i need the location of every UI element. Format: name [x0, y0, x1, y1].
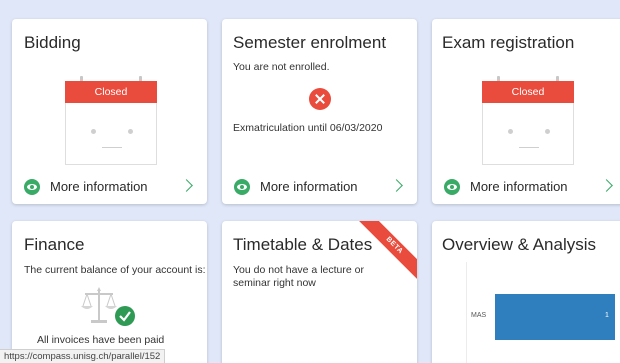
more-information-label: More information: [260, 179, 358, 194]
status-bar-url: https://compass.unisg.ch/parallel/152: [0, 349, 166, 363]
finance-title: Finance: [24, 235, 85, 254]
semester-more-information-link[interactable]: More information: [222, 170, 417, 204]
calendar-icon: Closed: [65, 76, 157, 165]
overview-title: Overview & Analysis: [442, 235, 596, 254]
calendar-eye: [508, 129, 513, 134]
exam-registration-card: Exam registration Closed More informatio…: [432, 19, 620, 204]
bidding-title: Bidding: [24, 33, 81, 52]
calendar-status: Closed: [482, 81, 574, 103]
calendar-icon: Closed: [482, 76, 574, 165]
finance-paid-text: All invoices have been paid: [37, 334, 165, 346]
chart-bar: [495, 294, 615, 340]
exam-registration-title: Exam registration: [442, 33, 575, 52]
calendar-eye: [128, 129, 133, 134]
bidding-card: Bidding Closed More information: [12, 19, 207, 204]
calendar-eye: [545, 129, 550, 134]
eye-icon: [234, 179, 250, 195]
timetable-status-text: You do not have a lecture or seminar rig…: [233, 264, 364, 289]
eye-icon: [24, 179, 40, 195]
calendar-mouth: [519, 147, 539, 148]
overview-card: Overview & Analysis: [432, 221, 620, 363]
enrolment-status-text: You are not enrolled.: [233, 61, 330, 73]
chart-axis: [466, 262, 467, 363]
more-information-label: More information: [50, 179, 148, 194]
calendar-mouth: [102, 147, 122, 148]
chevron-right-icon: [390, 179, 403, 192]
exmatriculation-text: Exmatriculation until 06/03/2020: [233, 122, 383, 134]
semester-enrolment-title: Semester enrolment: [233, 33, 387, 52]
chevron-right-icon: [600, 179, 613, 192]
calendar-status: Closed: [65, 81, 157, 103]
scales-icon: [80, 286, 136, 328]
eye-icon: [444, 179, 460, 195]
chart-category-label: MAS: [471, 312, 487, 319]
semester-enrolment-card: Semester enrolment You are not enrolled.…: [222, 19, 417, 204]
bidding-more-information-link[interactable]: More information: [12, 170, 207, 204]
calendar-eye: [91, 129, 96, 134]
timetable-title: Timetable & Dates: [233, 235, 373, 254]
finance-balance-text: The current balance of your account is:: [24, 264, 206, 276]
close-circle-icon: [309, 88, 331, 110]
chevron-right-icon: [180, 179, 193, 192]
chart-value-label: 1: [605, 312, 609, 319]
timetable-card: Timetable & Dates BETA You do not have a…: [222, 221, 417, 363]
exam-more-information-link[interactable]: More information: [432, 170, 620, 204]
more-information-label: More information: [470, 179, 568, 194]
